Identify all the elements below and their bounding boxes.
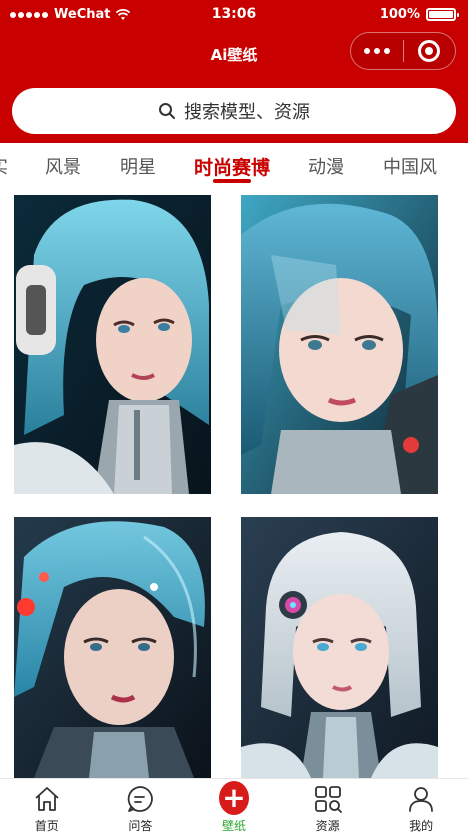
tabbar-label-resources: 资源: [315, 819, 340, 832]
tabbar-item-mine[interactable]: 我的: [374, 779, 468, 832]
status-bar: WeChat 13:06 100%: [0, 0, 468, 30]
tabbar-item-resources[interactable]: 资源: [281, 779, 375, 832]
tab-chinese-style[interactable]: 中国风: [383, 153, 437, 179]
wallpaper-grid: [0, 195, 468, 778]
tabbar-label-mine: 我的: [409, 819, 434, 832]
status-right: 100%: [379, 7, 459, 22]
wallpaper-card[interactable]: [14, 517, 211, 778]
wallpaper-card[interactable]: [241, 517, 438, 778]
target-icon: [418, 40, 441, 62]
active-tab-indicator: [213, 179, 251, 183]
more-options-button[interactable]: [351, 33, 403, 69]
wallpaper-image: [14, 517, 211, 778]
battery-icon: [426, 8, 459, 21]
miniapp-capsule: [350, 32, 456, 70]
tabbar-item-home[interactable]: 首页: [0, 779, 94, 832]
header: WeChat 13:06 100% Ai壁纸 搜索模型、资源: [0, 0, 468, 143]
search-placeholder: 搜索模型、资源: [184, 102, 310, 123]
wallpaper-card[interactable]: [14, 195, 211, 494]
search-bar[interactable]: 搜索模型、资源: [12, 88, 456, 134]
tab-celebrity[interactable]: 明星: [120, 153, 156, 179]
search-icon: [159, 103, 175, 119]
tabbar-label-home: 首页: [34, 819, 59, 832]
wallpaper-image: [14, 195, 211, 494]
tabbar-item-wallpaper[interactable]: + 壁纸: [187, 779, 281, 832]
home-icon: [35, 787, 59, 811]
close-miniapp-button[interactable]: [404, 33, 456, 69]
grid-search-icon: [314, 786, 342, 813]
wallpaper-image: [241, 195, 438, 494]
wallpaper-image: [241, 517, 438, 778]
user-icon: [409, 787, 434, 812]
tabbar-label-qa: 问答: [128, 819, 153, 832]
tab-anime[interactable]: 动漫: [308, 153, 344, 179]
battery-percent: 100%: [379, 7, 420, 22]
tabbar-label-wallpaper: 壁纸: [221, 819, 246, 832]
plus-icon: +: [218, 781, 249, 815]
tab-realistic[interactable]: 实: [0, 153, 8, 179]
tab-fashion-cyber[interactable]: 时尚赛博: [194, 153, 270, 180]
tabbar-item-qa[interactable]: 问答: [94, 779, 188, 832]
tab-scenery[interactable]: 风景: [45, 153, 81, 179]
wallpaper-card[interactable]: [241, 195, 438, 494]
chat-bubble-icon: [128, 786, 154, 812]
more-dots-icon: [363, 48, 370, 54]
bottom-tab-bar: 首页 问答 + 壁纸 资源 我的: [0, 778, 468, 832]
